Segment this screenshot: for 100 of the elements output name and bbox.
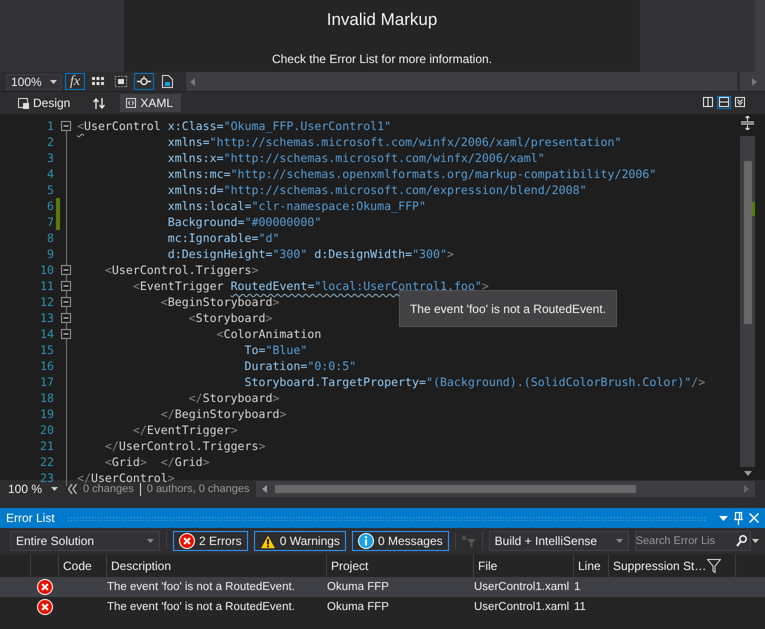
table-cell-text: The event 'foo' is not a RoutedEvent. [106, 580, 296, 595]
code-line: xmlns="http://schemas.microsoft.com/winfx/2006/xaml/presentation" [166, 135, 622, 149]
line-number: 8 [46, 231, 55, 245]
line-number: 12 [39, 295, 55, 309]
toolbar-button[interactable] [134, 73, 154, 90]
error-row[interactable]: The event 'foo' is not a RoutedEvent. Okuma FFP UserControl1.xaml 1 [0, 577, 765, 597]
fold-minus-icon[interactable] [61, 121, 71, 131]
line-number: 13 [39, 311, 55, 325]
code-line: xmlns:local="clr-namespace:Okuma_FFP" [166, 199, 426, 213]
code-line: </Storyboard> [188, 391, 280, 405]
scroll-left-icon [190, 78, 195, 86]
code-line: xmlns:x="http://schemas.microsoft.com/winfx/2006/xaml" [166, 151, 545, 165]
view-tab[interactable]: Design [12, 94, 78, 112]
filter-button[interactable]: 2 Errors [173, 531, 248, 551]
fold-minus-icon[interactable] [61, 281, 71, 291]
splitter-icon[interactable] [741, 116, 754, 130]
error-tooltip: The event 'foo' is not a RoutedEvent. [399, 290, 617, 327]
caret-icon [616, 539, 623, 543]
line-number: 7 [46, 215, 55, 229]
layout-button[interactable] [701, 96, 715, 108]
code-line: </BeginStoryboard> [160, 407, 286, 421]
error-message: Check the Error List for more information. [272, 52, 492, 66]
table-cell-text: 11 [573, 600, 587, 615]
error-row[interactable]: The event 'foo' is not a RoutedEvent. Okuma FFP UserControl1.xaml 11 [0, 597, 765, 617]
column-header[interactable]: Suppression St… [613, 558, 706, 572]
table-cell-text: The event 'foo' is not a RoutedEvent. [106, 600, 296, 615]
search-icon[interactable] [736, 535, 747, 547]
error-icon [36, 599, 52, 615]
formula-button[interactable]: fx [65, 73, 85, 90]
source-dropdown[interactable]: Build + IntelliSense [488, 531, 629, 551]
search-field[interactable]: Search Error Lis [634, 531, 751, 551]
table-cell-text: Okuma FFP [326, 600, 390, 615]
line-number: 20 [39, 423, 55, 437]
line-number: 19 [39, 407, 55, 421]
error-icon [179, 533, 195, 549]
line-number: 16 [39, 359, 55, 373]
scroll-right-icon [752, 78, 757, 86]
error-icon [36, 579, 52, 595]
line-number: 17 [39, 375, 55, 389]
code-line: xmlns:mc="http://schemas.openxmlformats.org/markup-compatibility/2006" [166, 167, 656, 181]
code-view-icon [126, 98, 136, 108]
code-lens-icon [68, 484, 77, 494]
horizontal-split-icon [719, 97, 729, 107]
code-line: </UserControl.Triggers> [104, 439, 266, 453]
close-icon[interactable] [749, 513, 759, 523]
authors-link[interactable]: 0 authors, 0 changes [146, 483, 250, 495]
grid-toggle-icon [115, 76, 127, 87]
line-number: 18 [39, 391, 55, 405]
line-number: 5 [46, 183, 55, 197]
filter-button[interactable]: 0 Warnings [254, 531, 346, 551]
dropdown-icon[interactable] [719, 516, 728, 520]
view-tab[interactable]: XAML [120, 94, 182, 112]
line-number: 4 [46, 167, 55, 181]
caret-icon [147, 539, 154, 543]
fold-minus-icon[interactable] [61, 329, 71, 339]
zoom-dropdown[interactable]: 100% [6, 74, 62, 90]
snap-icon [137, 76, 151, 87]
line-number: 15 [39, 343, 55, 357]
code-line: </UserControl> [76, 471, 175, 485]
line-number: 6 [46, 199, 55, 213]
code-line: Background="#00000000" [166, 215, 322, 229]
layout-button[interactable] [733, 96, 747, 108]
design-view-icon [18, 98, 29, 108]
info-icon [358, 533, 374, 549]
code-line: </EventTrigger> [132, 423, 238, 437]
code-line: <UserControl x:Class="Okuma_FFP.UserControl1" [76, 119, 392, 133]
filter-icon[interactable] [707, 558, 721, 572]
error-title: Invalid Markup [326, 10, 438, 30]
code-line: <UserControl.Triggers> [104, 263, 258, 277]
scroll-right-icon [744, 485, 749, 493]
fold-minus-icon[interactable] [61, 297, 71, 307]
scope-dropdown[interactable]: Entire Solution [10, 531, 160, 551]
grid-icon [92, 77, 104, 86]
code-line: <EventTrigger RoutedEvent="local:UserControl1.foo"> [132, 279, 489, 293]
line-number: 3 [46, 151, 55, 165]
scroll-left-icon [262, 485, 267, 493]
table-cell-text: 1 [573, 580, 582, 595]
line-number: 10 [39, 263, 55, 277]
line-number: 1 [46, 119, 55, 133]
code-line: <BeginStoryboard> [160, 295, 280, 309]
line-number: 9 [46, 247, 55, 261]
code-line: xmlns:d="http://schemas.microsoft.com/expression/blend/2008" [166, 183, 587, 197]
code-line: Storyboard.TargetProperty="(Background).(SolidColorBrush.Color)"/> [244, 375, 706, 389]
line-number: 11 [39, 279, 55, 293]
document-icon [162, 75, 172, 88]
code-line: To="Blue" [244, 343, 308, 357]
panel-title: Error List [6, 511, 55, 525]
fold-minus-icon[interactable] [61, 313, 71, 323]
code-line: d:DesignHeight="300" d:DesignWidth="300"> [166, 247, 454, 261]
table-cell-text: UserControl1.xaml [473, 600, 570, 615]
pin-icon[interactable] [734, 512, 743, 524]
swap-arrows-icon [93, 98, 106, 108]
caret-icon[interactable] [752, 539, 759, 543]
filter-button[interactable]: 0 Messages [352, 531, 449, 551]
table-cell-text: UserControl1.xaml [473, 580, 570, 595]
caret-icon [51, 487, 58, 491]
fold-minus-icon[interactable] [61, 265, 71, 275]
layout-button[interactable] [717, 96, 731, 108]
collapse-icon [735, 97, 745, 107]
changes-link[interactable]: 0 changes [83, 483, 134, 495]
